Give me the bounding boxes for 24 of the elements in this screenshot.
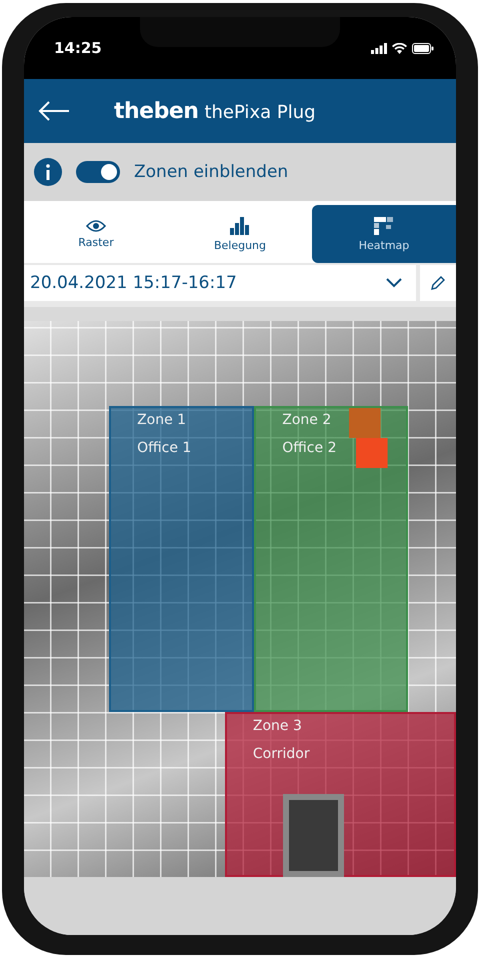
zone-name: Zone 2 <box>282 412 332 428</box>
heatmap-icon <box>374 216 394 234</box>
zone-label: Office 2 <box>282 440 338 456</box>
pencil-icon <box>431 276 445 290</box>
toggle-label: Zonen einblenden <box>134 162 288 182</box>
zone-name: Zone 3 <box>252 718 303 734</box>
zones-toggle[interactable] <box>76 161 120 183</box>
info-icon[interactable] <box>34 158 62 186</box>
edit-button[interactable] <box>420 265 456 301</box>
back-arrow-icon[interactable] <box>38 101 70 121</box>
eye-icon <box>86 220 106 232</box>
zone-label: Corridor <box>252 746 311 762</box>
wifi-icon <box>392 42 407 54</box>
zone-label: Office 1 <box>137 440 192 456</box>
brand-logo: theben <box>114 98 198 124</box>
status-time: 14:25 <box>54 39 102 57</box>
battery-icon <box>412 42 434 54</box>
view-tab[interactable]: Heatmap <box>312 205 456 263</box>
app-title: thePixa Plug <box>204 102 316 122</box>
bar-chart-icon <box>230 216 250 234</box>
period-dropdown[interactable]: 20.04.2021 15:17-16:17 <box>24 265 416 301</box>
chevron-down-icon <box>386 278 402 288</box>
zone-name: Zone 1 <box>137 412 188 428</box>
signal-icon <box>371 42 387 54</box>
